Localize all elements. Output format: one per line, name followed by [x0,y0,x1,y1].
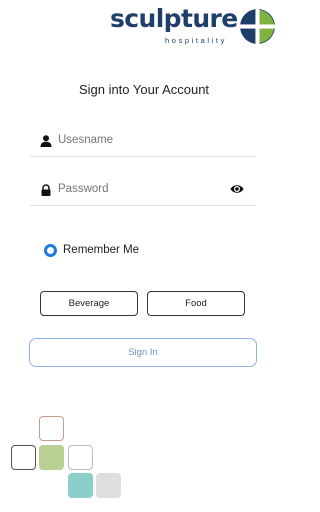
beverage-button[interactable]: Beverage [40,291,138,316]
decorative-tile [68,445,93,470]
decorative-tile [96,473,121,498]
username-field[interactable] [30,127,256,157]
password-field[interactable] [30,176,256,206]
food-button[interactable]: Food [147,291,245,316]
user-icon [40,135,52,147]
logo-wordmark: sculpture [110,4,238,33]
decorative-tile [39,445,64,470]
decorative-tile [39,416,64,441]
decorative-tile [11,445,36,470]
sign-in-button[interactable]: Sign In [29,338,257,367]
password-input[interactable] [58,183,218,195]
remember-label: Remember Me [63,244,140,256]
brand-logo: sculpture hospitality [110,4,280,48]
eye-icon[interactable] [230,183,244,195]
decorative-tile [68,473,93,498]
username-input[interactable] [58,134,218,146]
remember-radio[interactable] [44,243,57,257]
lock-icon [41,184,51,196]
logo-subtitle: hospitality [165,36,227,45]
remember-me[interactable]: Remember Me [44,242,139,258]
sculpture-logo-mark-icon [240,9,275,44]
page-title: Sign into Your Account [78,82,210,97]
login-screen: sculpture hospitality Sign into Your Acc… [0,0,288,512]
